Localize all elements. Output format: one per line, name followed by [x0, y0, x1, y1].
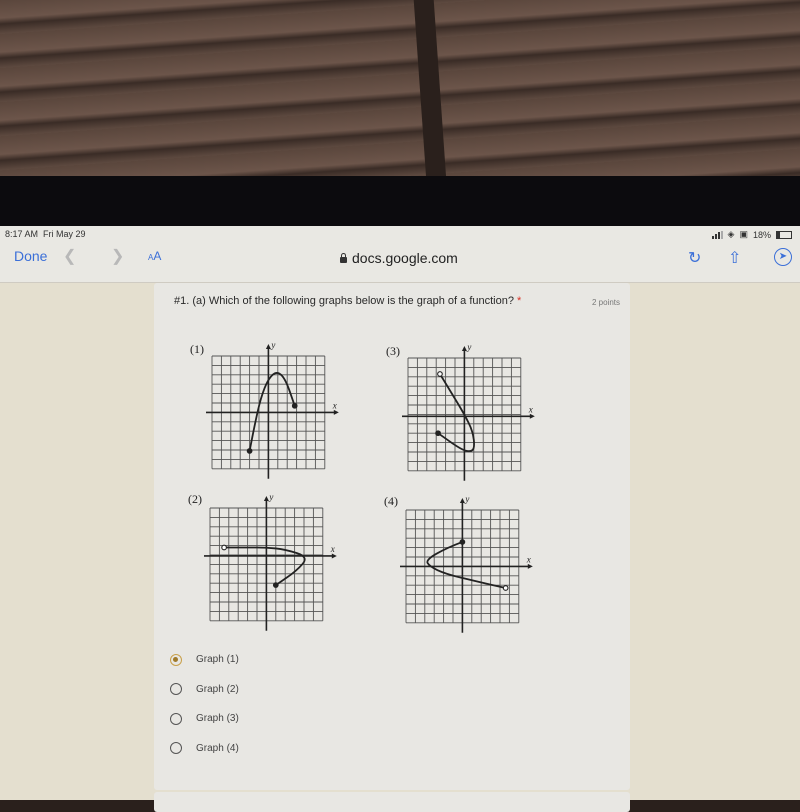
url-text: docs.google.com: [352, 250, 458, 266]
compass-icon[interactable]: ➤: [774, 248, 792, 266]
wifi-icon: ◈: [727, 229, 735, 239]
closed-endpoint: [435, 430, 441, 437]
reload-icon[interactable]: ↻: [688, 248, 701, 268]
option-graph-2[interactable]: Graph (2): [170, 675, 239, 705]
option-graph-3[interactable]: Graph (3): [170, 704, 239, 734]
y-axis-label: y: [466, 342, 471, 352]
option-label: Graph (2): [196, 683, 239, 695]
option-label: Graph (3): [196, 713, 239, 725]
closed-endpoint: [272, 582, 279, 588]
open-endpoint: [221, 544, 227, 551]
x-axis-label: x: [332, 400, 337, 410]
x-axis-label: x: [330, 544, 335, 554]
lock-rotation-icon: ▣: [739, 229, 748, 239]
radio-button[interactable]: [170, 712, 182, 725]
y-axis-arrow: [265, 344, 271, 349]
answer-options: Graph (1) Graph (2) Graph (3) Graph (4): [170, 645, 239, 763]
graph-3: xy: [402, 342, 535, 481]
x-axis-arrow: [529, 413, 535, 419]
y-axis-label: y: [268, 492, 273, 502]
option-label: Graph (4): [196, 742, 239, 754]
graph-1-label: (1): [190, 342, 204, 356]
graph-2: xy: [204, 492, 337, 631]
graph-4: xy: [400, 494, 533, 633]
function-curve: [224, 546, 306, 586]
open-endpoint: [502, 585, 509, 591]
address-bar[interactable]: docs.google.com: [340, 250, 458, 266]
signal-icon: [711, 230, 723, 239]
y-axis-arrow: [461, 346, 467, 351]
share-icon[interactable]: ⇧: [728, 248, 741, 268]
browser-toolbar: Done ❮ ❯ AA docs.google.com ↻ ⇧ ➤: [0, 242, 800, 283]
required-marker: *: [516, 295, 522, 307]
function-curve: [426, 541, 506, 589]
radio-button[interactable]: [170, 742, 182, 755]
closed-endpoint: [291, 402, 298, 409]
x-axis-arrow: [527, 563, 533, 569]
text-size-button[interactable]: AA: [148, 249, 161, 263]
next-question-card: [154, 792, 630, 812]
chevron-right-icon[interactable]: ❯: [111, 246, 124, 266]
function-curve: [437, 373, 475, 453]
chevron-left-icon[interactable]: ❮: [63, 246, 76, 266]
battery-percent: 18%: [752, 229, 771, 240]
question-title: #1. (a) Which of the following graphs be…: [174, 295, 522, 307]
radio-button[interactable]: [170, 653, 182, 666]
y-axis-label: y: [464, 494, 469, 504]
option-graph-1[interactable]: Graph (1): [170, 645, 239, 675]
y-axis-arrow: [263, 496, 269, 501]
closed-endpoint: [459, 539, 466, 545]
x-axis-arrow: [333, 409, 339, 415]
status-bar: 8:17 AM Fri May 29 ◈ ▣ 18%: [0, 226, 800, 242]
lock-icon: [340, 253, 347, 263]
graph-4-label: (4): [384, 494, 398, 508]
battery-icon: [776, 230, 792, 239]
points-label: 2 points: [591, 298, 620, 307]
closed-endpoint: [246, 448, 253, 454]
x-axis-label: x: [528, 404, 533, 414]
x-axis-arrow: [331, 553, 337, 559]
option-graph-4[interactable]: Graph (4): [170, 734, 239, 764]
y-axis-arrow: [459, 498, 465, 503]
graph-1: xy: [206, 340, 339, 479]
x-axis-label: x: [526, 554, 531, 564]
question-card: #1. (a) Which of the following graphs be…: [154, 283, 630, 790]
device-bezel: [0, 176, 800, 228]
graph-3-label: (3): [386, 344, 400, 358]
option-label: Graph (1): [196, 654, 239, 666]
open-endpoint: [437, 371, 443, 377]
ipad-screen: 8:17 AM Fri May 29 ◈ ▣ 18% Done ❮ ❯ AA d…: [0, 226, 800, 812]
status-right: ◈ ▣ 18%: [711, 229, 792, 240]
radio-button[interactable]: [170, 683, 182, 696]
y-axis-label: y: [270, 340, 275, 350]
graph-2-label: (2): [188, 492, 202, 506]
status-time: 8:17 AM Fri May 29: [5, 229, 86, 239]
done-button[interactable]: Done: [14, 248, 47, 264]
photo-background: [0, 0, 800, 180]
